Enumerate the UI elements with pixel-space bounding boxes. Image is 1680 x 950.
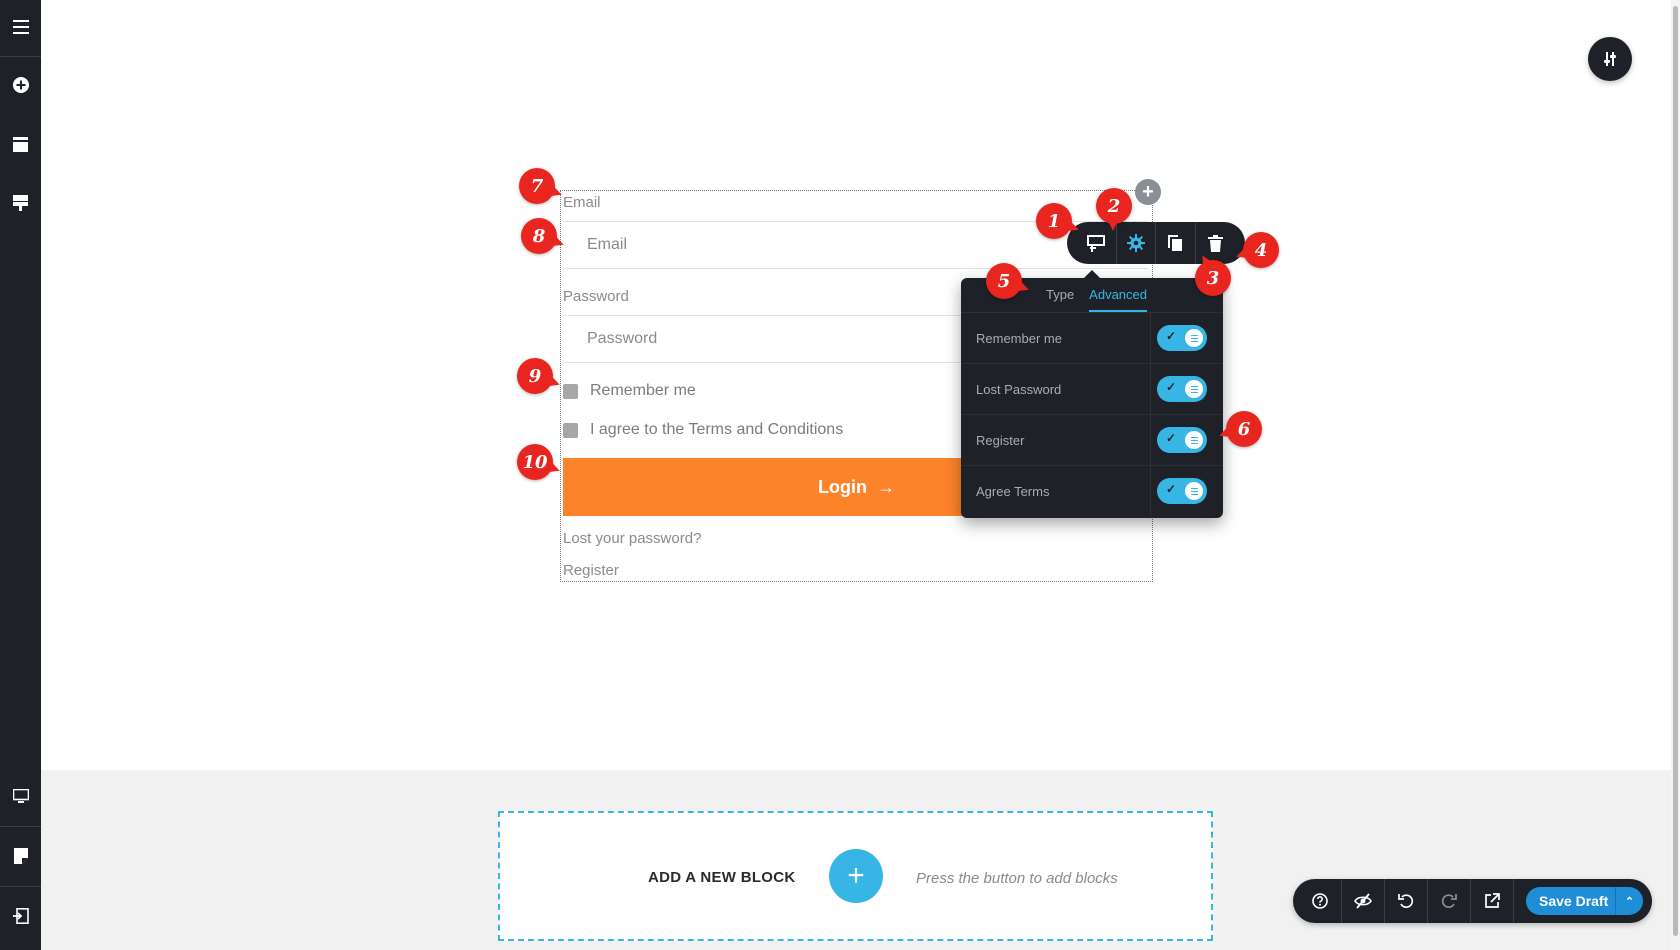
password-field[interactable] — [587, 330, 887, 348]
column-divider — [1150, 364, 1151, 415]
add-block-title: ADD A NEW BLOCK — [648, 869, 796, 886]
check-icon: ✓ — [1166, 380, 1177, 394]
plus-icon: + — [847, 859, 865, 892]
password-label: Password — [563, 288, 629, 305]
setting-row-remember-me: Remember me ✓ — [961, 312, 1223, 364]
undo-icon — [1398, 894, 1414, 909]
blocks-icon[interactable] — [0, 183, 41, 223]
redo-button[interactable] — [1428, 879, 1471, 923]
scrollbar-thumb[interactable] — [1673, 6, 1678, 936]
toggle-knob — [1185, 482, 1203, 500]
add-circle-icon[interactable] — [0, 65, 41, 105]
hide-icon — [1354, 893, 1372, 909]
chevron-up-icon[interactable]: ⌃ — [1615, 887, 1643, 915]
email-field[interactable] — [587, 236, 887, 254]
login-button-label: Login — [818, 476, 867, 497]
register-toggle[interactable]: ✓ — [1157, 427, 1207, 453]
page-icon[interactable] — [0, 836, 41, 876]
sliders-icon — [1604, 52, 1616, 66]
agree-terms-checkbox[interactable] — [563, 422, 578, 438]
lost-password-link[interactable]: Lost your password? — [563, 530, 701, 547]
settings-button[interactable] — [1117, 222, 1156, 264]
sidebar-divider — [0, 56, 41, 57]
setting-row-register: Register ✓ — [961, 414, 1223, 466]
add-block-button[interactable]: + — [829, 849, 883, 903]
layout-icon — [1087, 234, 1106, 252]
setting-label: Lost Password — [976, 381, 1062, 397]
callout-marker-1: 1 — [1036, 203, 1072, 239]
tab-type[interactable]: Type — [1046, 287, 1074, 312]
help-icon — [1312, 893, 1328, 909]
callout-marker-10: 10 — [517, 444, 553, 480]
setting-row-agree-terms: Agree Terms ✓ — [961, 465, 1223, 517]
tab-advanced[interactable]: Advanced — [1089, 287, 1147, 312]
toggle-knob — [1185, 431, 1203, 449]
lost-password-toggle[interactable]: ✓ — [1157, 376, 1207, 402]
remember-me-label: Remember me — [590, 382, 696, 399]
column-divider — [1150, 466, 1151, 517]
agree-terms-label: I agree to the Terms and Conditions — [590, 421, 844, 438]
left-sidebar — [0, 0, 41, 950]
callout-marker-5: 5 — [986, 263, 1022, 299]
page-settings-button[interactable] — [1588, 37, 1632, 81]
callout-marker-8: 8 — [521, 218, 557, 254]
remember-me-toggle[interactable]: ✓ — [1157, 325, 1207, 351]
element-toolbar — [1067, 222, 1245, 264]
exit-icon[interactable] — [0, 896, 41, 936]
setting-row-lost-password: Lost Password ✓ — [961, 363, 1223, 415]
desktop-icon[interactable] — [0, 776, 41, 816]
preview-button[interactable] — [1471, 879, 1514, 923]
sidebar-divider — [0, 826, 41, 827]
remember-me-checkbox[interactable] — [563, 383, 578, 399]
external-link-icon — [1485, 893, 1500, 908]
check-icon: ✓ — [1166, 329, 1177, 343]
callout-marker-3: 3 — [1195, 260, 1231, 296]
redo-icon — [1441, 894, 1457, 909]
callout-marker-9: 9 — [517, 358, 553, 394]
save-draft-button[interactable]: Save Draft ⌃ — [1526, 887, 1643, 915]
page-scrollbar[interactable] — [1671, 0, 1680, 950]
plus-icon: + — [1142, 181, 1154, 203]
toggle-visibility-button[interactable] — [1342, 879, 1385, 923]
remember-me-row[interactable]: Remember me — [563, 382, 696, 400]
trash-icon — [1207, 234, 1223, 252]
editor-action-bar: Save Draft ⌃ — [1293, 879, 1652, 923]
save-draft-label: Save Draft — [1539, 893, 1609, 909]
column-divider — [1150, 415, 1151, 466]
layout-icon[interactable] — [0, 124, 41, 164]
setting-label: Agree Terms — [976, 483, 1050, 499]
arrow-right-icon: → — [876, 476, 895, 497]
menu-icon[interactable] — [0, 7, 41, 47]
gear-icon — [1126, 234, 1145, 252]
toggle-knob — [1185, 329, 1203, 347]
toggle-knob — [1185, 380, 1203, 398]
duplicate-button[interactable] — [1156, 222, 1196, 264]
callout-marker-6: 6 — [1226, 411, 1262, 447]
sidebar-divider — [0, 886, 41, 887]
agree-terms-toggle[interactable]: ✓ — [1157, 478, 1207, 504]
add-element-button[interactable]: + — [1135, 179, 1161, 205]
add-new-block-area[interactable]: ADD A NEW BLOCK + Press the button to ad… — [498, 811, 1213, 941]
column-divider — [1150, 313, 1151, 364]
check-icon: ✓ — [1166, 431, 1177, 445]
copy-icon — [1167, 234, 1182, 251]
register-link[interactable]: Register — [563, 562, 619, 579]
email-label: Email — [563, 194, 601, 211]
help-button[interactable] — [1299, 879, 1342, 923]
setting-label: Remember me — [976, 330, 1062, 346]
undo-button[interactable] — [1385, 879, 1428, 923]
callout-marker-7: 7 — [519, 168, 555, 204]
callout-marker-4: 4 — [1243, 232, 1279, 268]
setting-label: Register — [976, 432, 1025, 448]
callout-marker-2: 2 — [1096, 188, 1132, 231]
advanced-settings-panel: Type Advanced Remember me ✓ Lost Passwor… — [961, 278, 1223, 518]
add-block-hint: Press the button to add blocks — [916, 870, 1118, 887]
agree-terms-row[interactable]: I agree to the Terms and Conditions — [563, 421, 843, 439]
check-icon: ✓ — [1166, 482, 1177, 496]
